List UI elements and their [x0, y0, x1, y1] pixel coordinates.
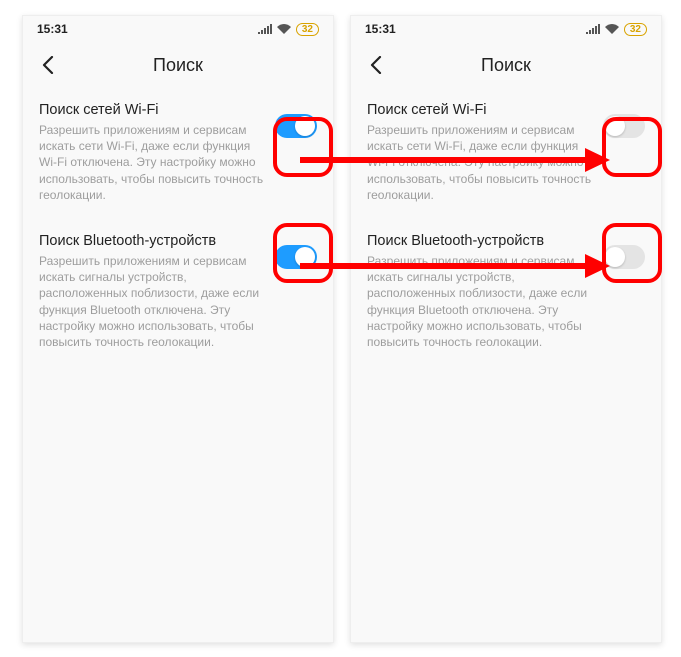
setting-row-bt: Поиск Bluetooth-устройств Разрешить прил… [23, 219, 333, 366]
setting-text: Поиск сетей Wi-Fi Разрешить приложениям … [39, 102, 275, 203]
setting-desc-bt: Разрешить приложениям и сервисам искать … [39, 253, 265, 350]
setting-text: Поиск сетей Wi-Fi Разрешить приложениям … [367, 102, 603, 203]
toggle-wifi-scan[interactable] [603, 114, 645, 138]
header-bar: Поиск [351, 42, 661, 88]
status-icons: 32 [258, 23, 319, 36]
toggle-knob [605, 247, 625, 267]
setting-row-bt: Поиск Bluetooth-устройств Разрешить прил… [351, 219, 661, 366]
setting-title-wifi: Поиск сетей Wi-Fi [39, 102, 265, 118]
comparison-stage: 15:31 32 Поиск Поиск сетей Wi-Fi Разреши… [0, 0, 681, 657]
setting-title-wifi: Поиск сетей Wi-Fi [367, 102, 593, 118]
phone-screen-left: 15:31 32 Поиск Поиск сетей Wi-Fi Разреши… [22, 15, 334, 643]
status-bar: 15:31 32 [351, 16, 661, 42]
status-time: 15:31 [365, 22, 396, 36]
page-title: Поиск [365, 55, 647, 76]
status-bar: 15:31 32 [23, 16, 333, 42]
setting-title-bt: Поиск Bluetooth-устройств [367, 233, 593, 249]
battery-level: 32 [302, 24, 313, 35]
header-bar: Поиск [23, 42, 333, 88]
page-title: Поиск [37, 55, 319, 76]
setting-row-wifi: Поиск сетей Wi-Fi Разрешить приложениям … [23, 88, 333, 219]
status-time: 15:31 [37, 22, 68, 36]
battery-icon: 32 [296, 23, 319, 36]
setting-title-bt: Поиск Bluetooth-устройств [39, 233, 265, 249]
status-icons: 32 [586, 23, 647, 36]
toggle-wifi-scan[interactable] [275, 114, 317, 138]
battery-icon: 32 [624, 23, 647, 36]
toggle-bt-scan[interactable] [603, 245, 645, 269]
setting-text: Поиск Bluetooth-устройств Разрешить прил… [39, 233, 275, 350]
toggle-bt-scan[interactable] [275, 245, 317, 269]
wifi-icon [605, 24, 619, 34]
setting-desc-wifi: Разрешить приложениям и сервисам искать … [367, 122, 593, 203]
signal-icon [258, 24, 272, 34]
setting-desc-wifi: Разрешить приложениям и сервисам искать … [39, 122, 265, 203]
wifi-icon [277, 24, 291, 34]
setting-text: Поиск Bluetooth-устройств Разрешить прил… [367, 233, 603, 350]
phone-screen-right: 15:31 32 Поиск Поиск сетей Wi-Fi Разреши… [350, 15, 662, 643]
battery-level: 32 [630, 24, 641, 35]
toggle-knob [605, 116, 625, 136]
toggle-knob [295, 247, 315, 267]
setting-row-wifi: Поиск сетей Wi-Fi Разрешить приложениям … [351, 88, 661, 219]
signal-icon [586, 24, 600, 34]
toggle-knob [295, 116, 315, 136]
setting-desc-bt: Разрешить приложениям и сервисам искать … [367, 253, 593, 350]
